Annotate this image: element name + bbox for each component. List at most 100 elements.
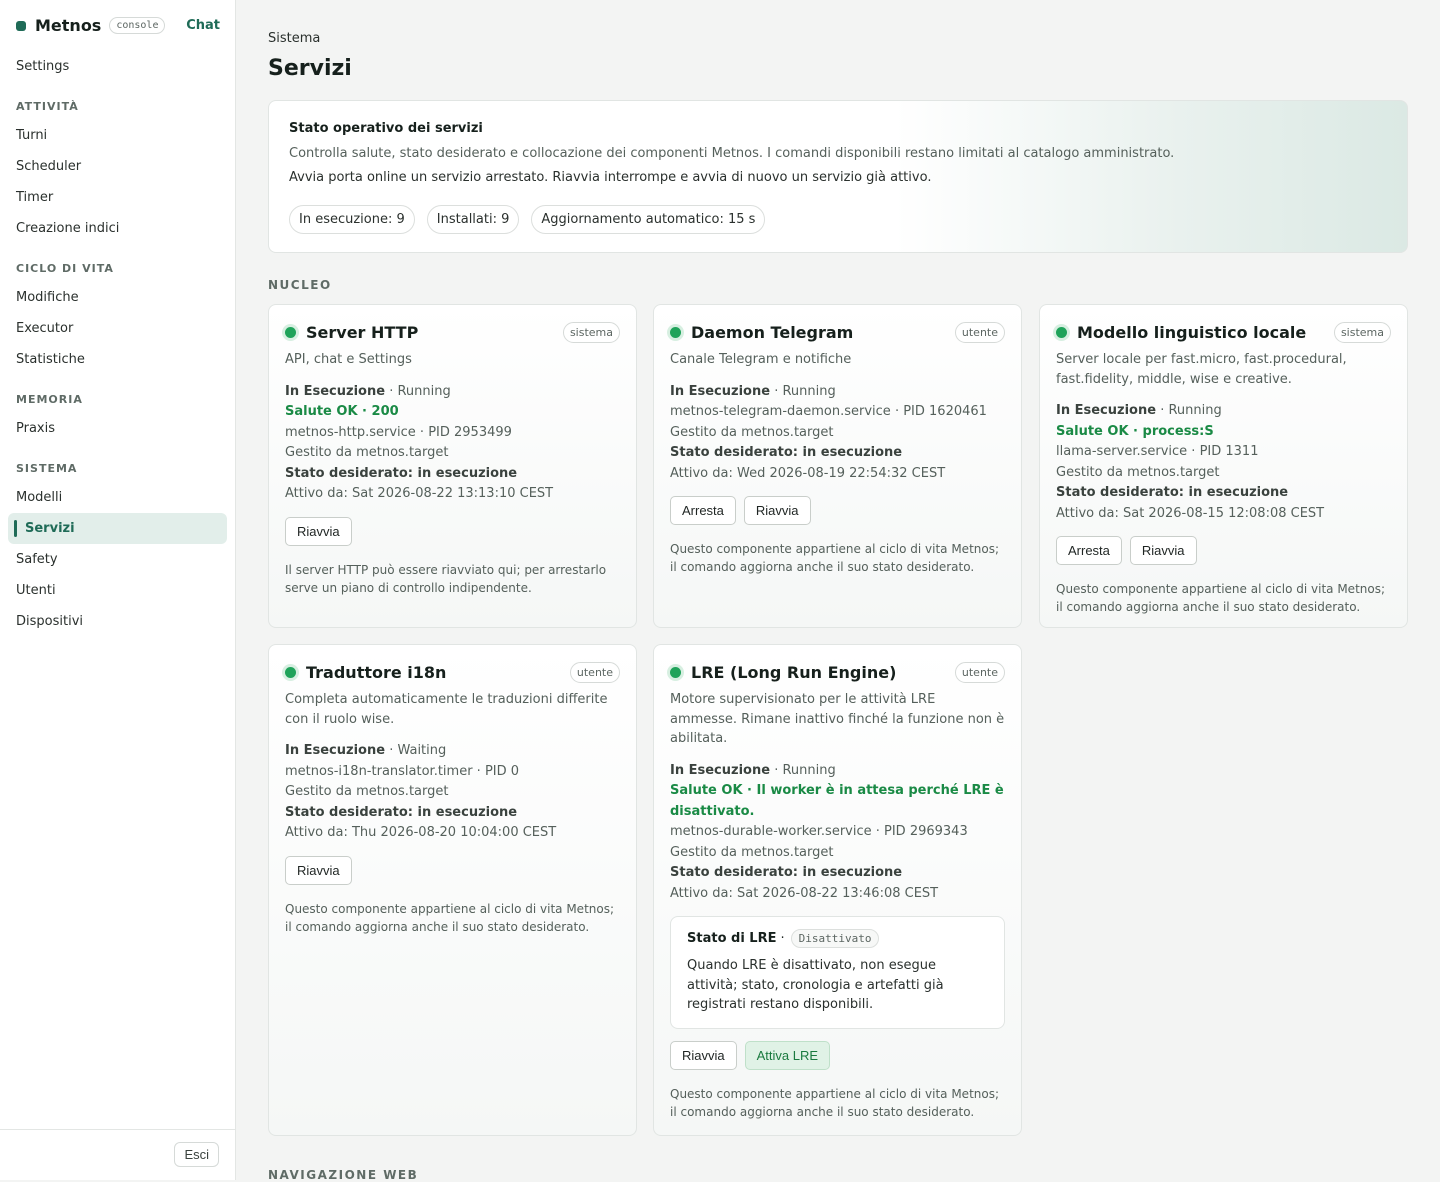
service-meta: In Esecuzione · Running Salute OK · 200 me… bbox=[285, 382, 620, 505]
service-actions: Riavvia bbox=[285, 516, 620, 546]
state-line: In Esecuzione · Running bbox=[670, 761, 1005, 782]
lre-separator: · bbox=[780, 931, 785, 946]
unit-pid: metnos-telegram-daemon.service · PID 162… bbox=[670, 404, 987, 419]
substate-label: · Running bbox=[389, 383, 451, 399]
chat-link[interactable]: Chat bbox=[186, 18, 220, 33]
desired-state: Stato desiderato: in esecuzione bbox=[285, 804, 518, 820]
unit-pid: metnos-http.service · PID 2953499 bbox=[285, 424, 512, 440]
service-meta: In Esecuzione · Running metnos-telegram-d… bbox=[670, 382, 1005, 485]
lre-status-header: Stato di LRE · Disattivato bbox=[687, 929, 988, 948]
service-name: Modello linguistico locale bbox=[1077, 322, 1307, 342]
health-status: Salute OK · 200 bbox=[285, 404, 399, 419]
service-card: Server HTTP sistema API, chat e Settings In… bbox=[268, 304, 637, 628]
state-line: In Esecuzione · Running bbox=[1056, 401, 1391, 422]
health-status: Salute OK · Il worker è in attesa perché… bbox=[670, 783, 1004, 819]
riavvia-button[interactable]: Riavvia bbox=[285, 516, 352, 546]
service-description: Server locale per fast.micro, fast.proce… bbox=[1056, 352, 1347, 387]
active-since: Attivo da: Sat 2026-08-22 13:13:10 CEST bbox=[285, 486, 554, 501]
running-count-pill: In esecuzione: 9 bbox=[289, 205, 415, 234]
scope-badge: sistema bbox=[1333, 321, 1391, 343]
sidebar-item-creazione-indici[interactable]: Creazione indici bbox=[8, 213, 227, 244]
service-note: Questo componente appartiene al ciclo di… bbox=[670, 542, 1000, 574]
status-ok-icon bbox=[670, 326, 681, 338]
lre-status-title: Stato di LRE bbox=[687, 931, 777, 946]
managed-by: Gestito da metnos.target bbox=[670, 424, 834, 440]
state-line: In Esecuzione · Running bbox=[670, 382, 1005, 403]
active-since: Attivo da: Sat 2026-08-15 12:08:08 CEST bbox=[1056, 505, 1325, 521]
nav-group-attivita: ATTIVITÀ bbox=[16, 100, 79, 113]
active-since: Attivo da: Thu 2026-08-20 10:04:00 CEST bbox=[285, 825, 557, 840]
status-ok-icon bbox=[670, 666, 681, 678]
nav-group-ciclo-di-vita: CICLO DI VITA bbox=[16, 262, 114, 275]
status-ok-icon bbox=[285, 666, 296, 678]
service-actions: Riavvia bbox=[285, 855, 620, 885]
scope-badge: utente bbox=[569, 661, 620, 683]
arresta-button[interactable]: Arresta bbox=[670, 496, 736, 525]
sidebar-item-utenti[interactable]: Utenti bbox=[8, 575, 227, 606]
overview-title: Stato operativo dei servizi bbox=[289, 121, 483, 136]
state-label: In Esecuzione bbox=[285, 743, 386, 758]
sidebar-item-modelli[interactable]: Modelli bbox=[8, 482, 227, 513]
sidebar-item-statistiche[interactable]: Statistiche bbox=[8, 344, 227, 375]
sidebar-nav: Settings ATTIVITÀ Turni Scheduler Timer Crea… bbox=[8, 51, 227, 637]
sidebar-item-dispositivi[interactable]: Dispositivi bbox=[8, 606, 227, 637]
service-description: Canale Telegram e notifiche bbox=[670, 352, 852, 367]
sidebar-item-modifiche[interactable]: Modifiche bbox=[8, 282, 227, 313]
sidebar-item-scheduler[interactable]: Scheduler bbox=[8, 151, 227, 182]
sidebar-item-executor[interactable]: Executor bbox=[8, 313, 227, 344]
brand: Metnos console Chat bbox=[16, 16, 220, 35]
riavvia-button[interactable]: Riavvia bbox=[285, 855, 352, 885]
service-card: Daemon Telegram utente Canale Telegram e n… bbox=[653, 304, 1022, 628]
service-note: Questo componente appartiene al ciclo di… bbox=[670, 1086, 1000, 1119]
service-description: Completa automaticamente le traduzioni d… bbox=[285, 692, 608, 727]
substate-label: · Running bbox=[1160, 403, 1222, 418]
scope-badge: utente bbox=[954, 661, 1005, 683]
attiva-lre-button[interactable]: Attiva LRE bbox=[744, 1040, 831, 1070]
sidebar-item-settings[interactable]: Settings bbox=[8, 51, 227, 82]
sidebar-item-praxis[interactable]: Praxis bbox=[8, 413, 227, 444]
unit-pid: metnos-durable-worker.service · PID 2969… bbox=[670, 824, 968, 839]
logout-button[interactable]: Esci bbox=[174, 1142, 219, 1167]
app-name: Metnos bbox=[35, 16, 102, 35]
riavvia-button[interactable]: Riavvia bbox=[670, 1040, 737, 1070]
overview-panel: Stato operativo dei servizi Controlla sa… bbox=[268, 100, 1408, 253]
service-note: Questo componente appartiene al ciclo di… bbox=[285, 901, 615, 934]
breadcrumb[interactable]: Sistema bbox=[268, 31, 320, 46]
overview-pills: In esecuzione: 9 Installati: 9 Aggiornam… bbox=[289, 205, 766, 234]
status-ok-icon bbox=[1056, 326, 1067, 338]
service-name: Server HTTP bbox=[306, 322, 419, 342]
service-name: Daemon Telegram bbox=[691, 322, 854, 342]
sidebar-item-safety[interactable]: Safety bbox=[8, 544, 227, 575]
auto-refresh-pill: Aggiornamento automatico: 15 s bbox=[531, 205, 766, 234]
substate-label: · Waiting bbox=[389, 743, 447, 758]
riavvia-button[interactable]: Riavvia bbox=[1129, 536, 1197, 565]
arresta-button[interactable]: Arresta bbox=[1056, 536, 1122, 565]
active-since: Attivo da: Wed 2026-08-19 22:54:32 CEST bbox=[670, 465, 946, 481]
managed-by: Gestito da metnos.target bbox=[1056, 464, 1220, 480]
service-name: LRE (Long Run Engine) bbox=[691, 662, 897, 682]
sidebar-item-timer[interactable]: Timer bbox=[8, 182, 227, 213]
nav-group-sistema: SISTEMA bbox=[16, 462, 78, 475]
unit-pid: metnos-i18n-translator.timer · PID 0 bbox=[285, 763, 520, 779]
health-status: Salute OK · process:S bbox=[1056, 423, 1214, 439]
sidebar-item-turni[interactable]: Turni bbox=[8, 120, 227, 151]
sidebar-item-servizi[interactable]: Servizi bbox=[8, 513, 227, 544]
desired-state: Stato desiderato: in esecuzione bbox=[1056, 485, 1289, 500]
service-meta: In Esecuzione · Running Salute OK · Il wo… bbox=[670, 761, 1005, 905]
scope-badge: utente bbox=[954, 321, 1005, 343]
service-card: Modello linguistico locale sistema Server … bbox=[1039, 304, 1408, 628]
state-line: In Esecuzione · Running bbox=[285, 382, 620, 403]
sidebar: Metnos console Chat Settings ATTIVITÀ Tur… bbox=[0, 0, 236, 1180]
sidebar-footer: Esci bbox=[0, 1129, 235, 1180]
section-title-nucleo: NUCLEO bbox=[268, 278, 332, 292]
riavvia-button[interactable]: Riavvia bbox=[743, 496, 811, 525]
state-label: In Esecuzione bbox=[670, 383, 771, 399]
card-header: Traduttore i18n utente bbox=[285, 661, 620, 683]
desired-state: Stato desiderato: in esecuzione bbox=[670, 445, 903, 460]
service-meta: In Esecuzione · Waiting metnos-i18n-trans… bbox=[285, 741, 620, 844]
service-note: Il server HTTP può essere riavviato qui;… bbox=[285, 562, 607, 595]
unit-pid: llama-server.service · PID 1311 bbox=[1056, 444, 1259, 459]
lre-status-text: Quando LRE è disattivato, non esegue att… bbox=[687, 958, 944, 1012]
lre-status-box: Stato di LRE · Disattivato Quando LRE è dis… bbox=[670, 916, 1005, 1029]
service-card: LRE (Long Run Engine) utente Motore superv… bbox=[653, 644, 1022, 1136]
